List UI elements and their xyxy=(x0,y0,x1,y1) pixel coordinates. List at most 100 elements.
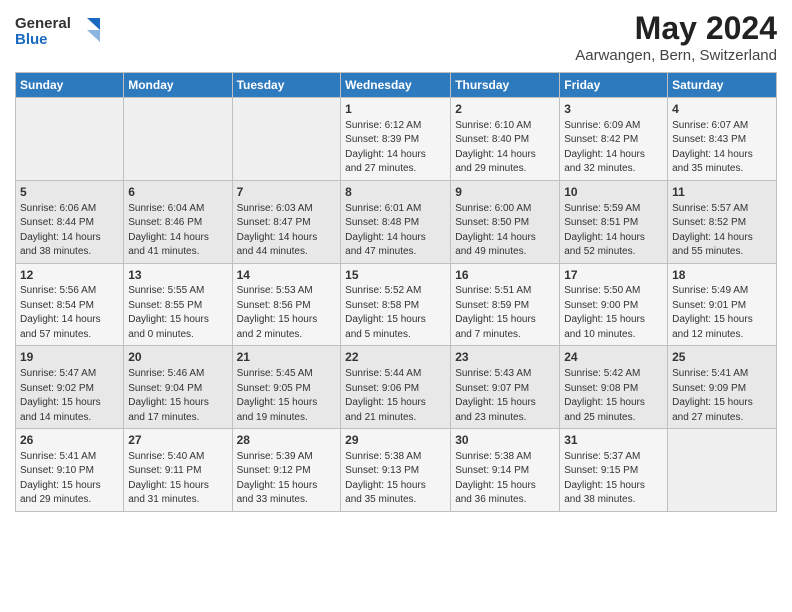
day-info: Sunrise: 5:42 AM Sunset: 9:08 PM Dayligh… xyxy=(564,367,663,425)
day-number: 7 xyxy=(237,184,337,201)
day-info: Sunrise: 5:46 AM Sunset: 9:04 PM Dayligh… xyxy=(128,367,227,425)
table-row: 25Sunrise: 5:41 AM Sunset: 9:09 PM Dayli… xyxy=(668,346,777,429)
col-tuesday: Tuesday xyxy=(232,73,341,98)
main-title: May 2024 xyxy=(575,10,777,47)
day-number: 1 xyxy=(345,101,446,118)
table-row: 10Sunrise: 5:59 AM Sunset: 8:51 PM Dayli… xyxy=(560,180,668,263)
day-info: Sunrise: 5:50 AM Sunset: 9:00 PM Dayligh… xyxy=(564,284,663,342)
col-sunday: Sunday xyxy=(16,73,124,98)
table-row: 21Sunrise: 5:45 AM Sunset: 9:05 PM Dayli… xyxy=(232,346,341,429)
col-wednesday: Wednesday xyxy=(341,73,451,98)
table-row: 22Sunrise: 5:44 AM Sunset: 9:06 PM Dayli… xyxy=(341,346,451,429)
logo-text: General Blue xyxy=(15,10,105,55)
calendar: Sunday Monday Tuesday Wednesday Thursday… xyxy=(15,72,777,512)
logo: General Blue xyxy=(15,10,105,55)
day-info: Sunrise: 5:43 AM Sunset: 9:07 PM Dayligh… xyxy=(455,367,555,425)
col-friday: Friday xyxy=(560,73,668,98)
day-number: 9 xyxy=(455,184,555,201)
day-info: Sunrise: 6:07 AM Sunset: 8:43 PM Dayligh… xyxy=(672,119,772,177)
day-info: Sunrise: 6:12 AM Sunset: 8:39 PM Dayligh… xyxy=(345,119,446,177)
day-info: Sunrise: 5:49 AM Sunset: 9:01 PM Dayligh… xyxy=(672,284,772,342)
day-info: Sunrise: 6:06 AM Sunset: 8:44 PM Dayligh… xyxy=(20,202,119,260)
day-info: Sunrise: 5:38 AM Sunset: 9:14 PM Dayligh… xyxy=(455,450,555,508)
day-number: 31 xyxy=(564,432,663,449)
table-row: 29Sunrise: 5:38 AM Sunset: 9:13 PM Dayli… xyxy=(341,429,451,512)
day-number: 25 xyxy=(672,349,772,366)
table-row: 2Sunrise: 6:10 AM Sunset: 8:40 PM Daylig… xyxy=(451,98,560,181)
table-row: 9Sunrise: 6:00 AM Sunset: 8:50 PM Daylig… xyxy=(451,180,560,263)
day-number: 29 xyxy=(345,432,446,449)
svg-text:General: General xyxy=(15,15,71,32)
day-number: 20 xyxy=(128,349,227,366)
day-info: Sunrise: 6:04 AM Sunset: 8:46 PM Dayligh… xyxy=(128,202,227,260)
day-number: 24 xyxy=(564,349,663,366)
day-number: 16 xyxy=(455,267,555,284)
day-number: 6 xyxy=(128,184,227,201)
day-number: 15 xyxy=(345,267,446,284)
day-info: Sunrise: 5:57 AM Sunset: 8:52 PM Dayligh… xyxy=(672,202,772,260)
table-row: 28Sunrise: 5:39 AM Sunset: 9:12 PM Dayli… xyxy=(232,429,341,512)
day-number: 2 xyxy=(455,101,555,118)
day-number: 12 xyxy=(20,267,119,284)
table-row: 11Sunrise: 5:57 AM Sunset: 8:52 PM Dayli… xyxy=(668,180,777,263)
table-row: 5Sunrise: 6:06 AM Sunset: 8:44 PM Daylig… xyxy=(16,180,124,263)
table-row: 7Sunrise: 6:03 AM Sunset: 8:47 PM Daylig… xyxy=(232,180,341,263)
col-thursday: Thursday xyxy=(451,73,560,98)
day-info: Sunrise: 6:03 AM Sunset: 8:47 PM Dayligh… xyxy=(237,202,337,260)
day-info: Sunrise: 5:40 AM Sunset: 9:11 PM Dayligh… xyxy=(128,450,227,508)
day-info: Sunrise: 5:47 AM Sunset: 9:02 PM Dayligh… xyxy=(20,367,119,425)
day-number: 17 xyxy=(564,267,663,284)
day-info: Sunrise: 6:09 AM Sunset: 8:42 PM Dayligh… xyxy=(564,119,663,177)
table-row: 1Sunrise: 6:12 AM Sunset: 8:39 PM Daylig… xyxy=(341,98,451,181)
day-number: 28 xyxy=(237,432,337,449)
day-number: 23 xyxy=(455,349,555,366)
table-row: 19Sunrise: 5:47 AM Sunset: 9:02 PM Dayli… xyxy=(16,346,124,429)
table-row xyxy=(16,98,124,181)
day-info: Sunrise: 5:39 AM Sunset: 9:12 PM Dayligh… xyxy=(237,450,337,508)
day-info: Sunrise: 5:56 AM Sunset: 8:54 PM Dayligh… xyxy=(20,284,119,342)
day-info: Sunrise: 5:45 AM Sunset: 9:05 PM Dayligh… xyxy=(237,367,337,425)
page: General Blue May 2024 Aarwangen, Bern, S… xyxy=(0,0,792,612)
table-row: 3Sunrise: 6:09 AM Sunset: 8:42 PM Daylig… xyxy=(560,98,668,181)
day-info: Sunrise: 5:53 AM Sunset: 8:56 PM Dayligh… xyxy=(237,284,337,342)
day-info: Sunrise: 5:52 AM Sunset: 8:58 PM Dayligh… xyxy=(345,284,446,342)
day-number: 10 xyxy=(564,184,663,201)
day-info: Sunrise: 5:41 AM Sunset: 9:10 PM Dayligh… xyxy=(20,450,119,508)
day-number: 4 xyxy=(672,101,772,118)
day-info: Sunrise: 5:51 AM Sunset: 8:59 PM Dayligh… xyxy=(455,284,555,342)
table-row: 6Sunrise: 6:04 AM Sunset: 8:46 PM Daylig… xyxy=(124,180,232,263)
table-row: 13Sunrise: 5:55 AM Sunset: 8:55 PM Dayli… xyxy=(124,263,232,346)
table-row xyxy=(124,98,232,181)
day-number: 11 xyxy=(672,184,772,201)
col-monday: Monday xyxy=(124,73,232,98)
day-info: Sunrise: 5:55 AM Sunset: 8:55 PM Dayligh… xyxy=(128,284,227,342)
day-info: Sunrise: 5:44 AM Sunset: 9:06 PM Dayligh… xyxy=(345,367,446,425)
table-row: 8Sunrise: 6:01 AM Sunset: 8:48 PM Daylig… xyxy=(341,180,451,263)
table-row: 14Sunrise: 5:53 AM Sunset: 8:56 PM Dayli… xyxy=(232,263,341,346)
day-number: 5 xyxy=(20,184,119,201)
day-number: 8 xyxy=(345,184,446,201)
table-row: 18Sunrise: 5:49 AM Sunset: 9:01 PM Dayli… xyxy=(668,263,777,346)
title-block: May 2024 Aarwangen, Bern, Switzerland xyxy=(575,10,777,64)
table-row: 31Sunrise: 5:37 AM Sunset: 9:15 PM Dayli… xyxy=(560,429,668,512)
day-info: Sunrise: 5:41 AM Sunset: 9:09 PM Dayligh… xyxy=(672,367,772,425)
day-number: 30 xyxy=(455,432,555,449)
day-number: 19 xyxy=(20,349,119,366)
table-row: 4Sunrise: 6:07 AM Sunset: 8:43 PM Daylig… xyxy=(668,98,777,181)
table-row: 23Sunrise: 5:43 AM Sunset: 9:07 PM Dayli… xyxy=(451,346,560,429)
table-row: 17Sunrise: 5:50 AM Sunset: 9:00 PM Dayli… xyxy=(560,263,668,346)
day-number: 3 xyxy=(564,101,663,118)
svg-text:Blue: Blue xyxy=(15,31,48,48)
table-row: 26Sunrise: 5:41 AM Sunset: 9:10 PM Dayli… xyxy=(16,429,124,512)
table-row: 15Sunrise: 5:52 AM Sunset: 8:58 PM Dayli… xyxy=(341,263,451,346)
table-row: 24Sunrise: 5:42 AM Sunset: 9:08 PM Dayli… xyxy=(560,346,668,429)
day-info: Sunrise: 6:01 AM Sunset: 8:48 PM Dayligh… xyxy=(345,202,446,260)
table-row: 30Sunrise: 5:38 AM Sunset: 9:14 PM Dayli… xyxy=(451,429,560,512)
table-row: 12Sunrise: 5:56 AM Sunset: 8:54 PM Dayli… xyxy=(16,263,124,346)
day-info: Sunrise: 5:38 AM Sunset: 9:13 PM Dayligh… xyxy=(345,450,446,508)
header: General Blue May 2024 Aarwangen, Bern, S… xyxy=(15,10,777,64)
table-row: 20Sunrise: 5:46 AM Sunset: 9:04 PM Dayli… xyxy=(124,346,232,429)
day-number: 22 xyxy=(345,349,446,366)
day-number: 18 xyxy=(672,267,772,284)
day-number: 14 xyxy=(237,267,337,284)
